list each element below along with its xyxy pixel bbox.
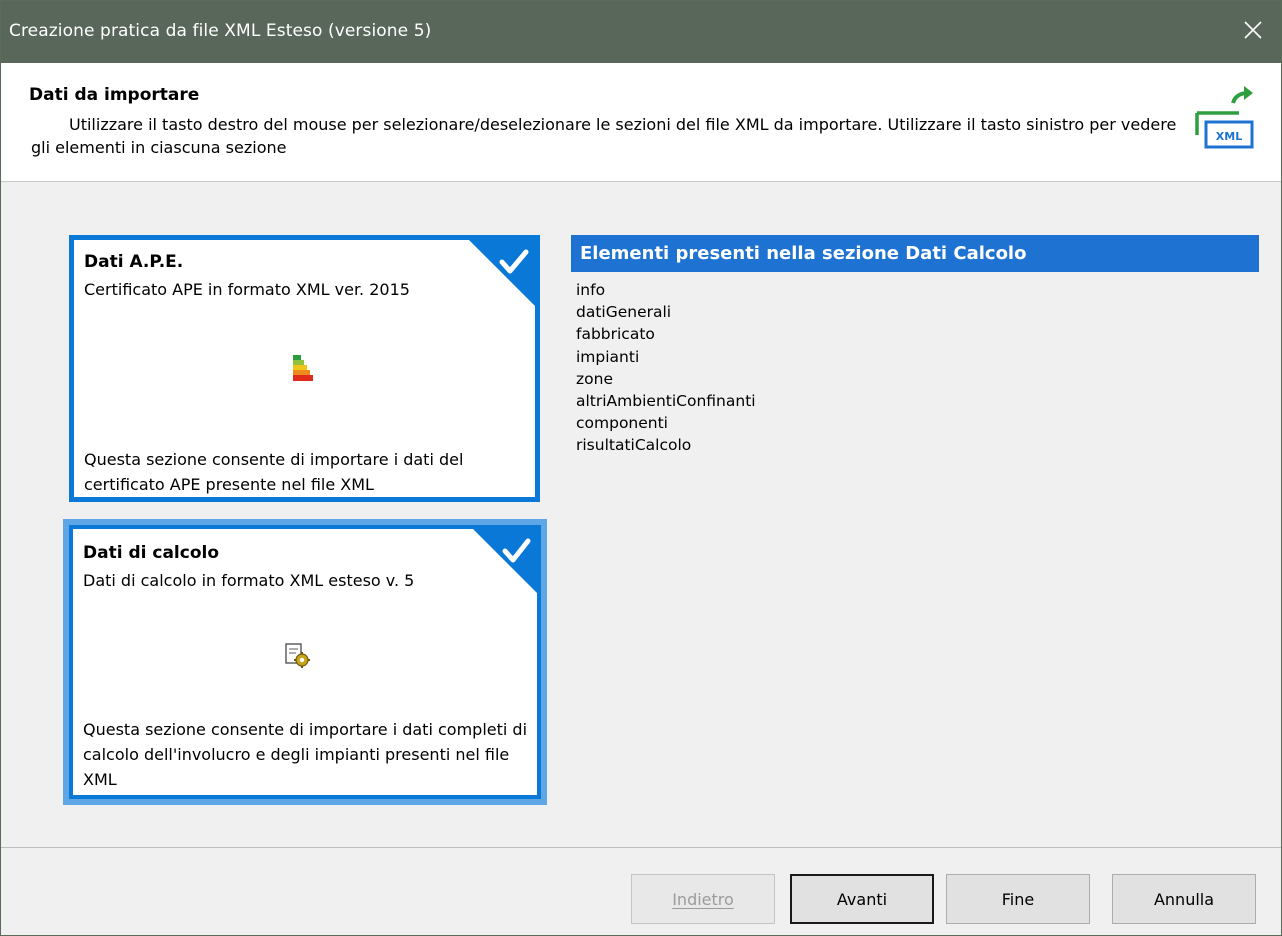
section-description: Questa sezione consente di importare i d… bbox=[84, 450, 464, 494]
elements-list: info datiGenerali fabbricato impianti zo… bbox=[576, 279, 756, 457]
cancel-button-label: Annulla bbox=[1153, 889, 1215, 909]
finish-button[interactable]: Fine bbox=[946, 874, 1090, 924]
section-title: Dati A.P.E. bbox=[84, 252, 184, 272]
title-bar[interactable]: Creazione pratica da file XML Esteso (ve… bbox=[1, 1, 1281, 63]
list-item[interactable]: risultatiCalcolo bbox=[576, 434, 756, 456]
wizard-header: Dati da importare Utilizzare il tasto de… bbox=[1, 63, 1281, 182]
close-icon bbox=[1243, 20, 1263, 44]
section-subtitle: Certificato APE in formato XML ver. 2015 bbox=[84, 280, 410, 299]
finish-button-label: Fine bbox=[1001, 889, 1035, 909]
checked-icon bbox=[469, 240, 535, 310]
energy-class-icon bbox=[293, 355, 317, 389]
list-item[interactable]: componenti bbox=[576, 412, 756, 434]
list-item[interactable]: fabbricato bbox=[576, 323, 756, 345]
section-subtitle: Dati di calcolo in formato XML esteso v.… bbox=[83, 571, 415, 590]
close-button[interactable] bbox=[1225, 1, 1281, 63]
xml-export-icon: XML bbox=[1193, 85, 1255, 151]
page-title: Dati da importare bbox=[29, 85, 200, 105]
calculation-gear-icon bbox=[285, 643, 311, 673]
checked-icon bbox=[473, 529, 537, 597]
list-item[interactable]: altriAmbientiConfinanti bbox=[576, 390, 756, 412]
section-card-ape[interactable]: Dati A.P.E. Certificato APE in formato X… bbox=[69, 235, 540, 502]
list-item[interactable]: zone bbox=[576, 368, 756, 390]
section-description: Questa sezione consente di importare i d… bbox=[83, 720, 528, 789]
next-button-label: Avanti bbox=[836, 889, 888, 909]
section-title: Dati di calcolo bbox=[83, 543, 220, 563]
list-item[interactable]: info bbox=[576, 279, 756, 301]
next-button[interactable]: Avanti bbox=[790, 874, 934, 924]
xml-icon-label: XML bbox=[1216, 130, 1242, 143]
dialog-window: Creazione pratica da file XML Esteso (ve… bbox=[0, 0, 1282, 936]
cancel-button[interactable]: Annulla bbox=[1112, 874, 1256, 924]
list-item[interactable]: datiGenerali bbox=[576, 301, 756, 323]
back-button[interactable]: Indietro bbox=[631, 874, 775, 924]
back-button-label: Indietro bbox=[672, 889, 734, 909]
list-item[interactable]: impianti bbox=[576, 346, 756, 368]
page-description: Utilizzare il tasto destro del mouse per… bbox=[31, 115, 1177, 157]
section-card-inner: Dati di calcolo Dati di calcolo in forma… bbox=[69, 525, 541, 799]
section-card-calcolo[interactable]: Dati di calcolo Dati di calcolo in forma… bbox=[63, 519, 547, 805]
window-title: Creazione pratica da file XML Esteso (ve… bbox=[9, 21, 432, 41]
elements-panel-header: Elementi presenti nella sezione Dati Cal… bbox=[571, 235, 1259, 272]
footer-divider bbox=[1, 847, 1281, 848]
